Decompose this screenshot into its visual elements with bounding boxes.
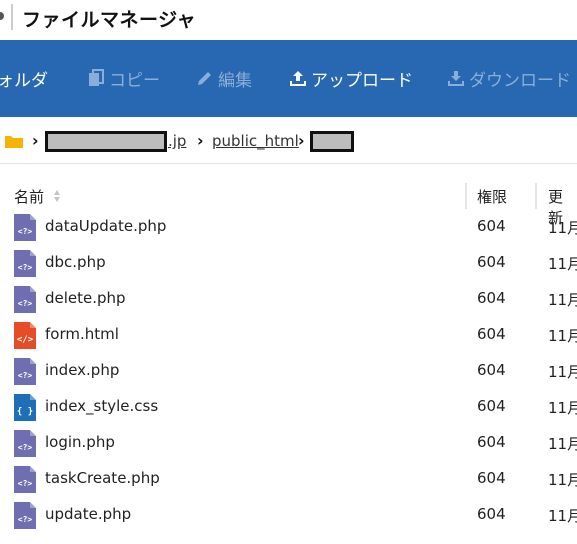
- php-file-icon: <?>: [14, 250, 36, 277]
- svg-text:<?>: <?>: [18, 263, 33, 272]
- svg-text:<?>: <?>: [18, 299, 33, 308]
- svg-text:<?>: <?>: [18, 515, 33, 524]
- file-name[interactable]: login.php: [45, 433, 115, 451]
- window-control-dot[interactable]: [0, 12, 4, 20]
- file-name[interactable]: dbc.php: [45, 253, 106, 271]
- file-permission: 604: [477, 433, 506, 451]
- file-updated: 11月: [548, 435, 577, 453]
- column-header-name[interactable]: 名前: [14, 186, 44, 207]
- copy-icon: [89, 69, 104, 86]
- copy-button[interactable]: コピー: [88, 66, 160, 91]
- css-file-icon: { }: [14, 394, 36, 421]
- chevron-right-icon: ›: [32, 131, 39, 150]
- svg-text:<?>: <?>: [18, 443, 33, 452]
- file-name[interactable]: index_style.css: [45, 397, 158, 415]
- svg-text:<?>: <?>: [18, 227, 33, 236]
- upload-label: アップロード: [311, 70, 413, 91]
- table-row[interactable]: <?> taskCreate.php 604 11月: [0, 464, 577, 500]
- table-row[interactable]: <?> dataUpdate.php 604 11月: [0, 212, 577, 248]
- file-name[interactable]: index.php: [45, 361, 119, 379]
- php-file-icon: <?>: [14, 466, 36, 493]
- column-header-permission[interactable]: 権限: [477, 186, 507, 207]
- breadcrumb-public-html-link[interactable]: public_html: [212, 132, 299, 150]
- table-row[interactable]: { } index_style.css 604 11月: [0, 392, 577, 428]
- svg-text:{ }: { }: [17, 407, 33, 417]
- file-updated: 11月: [548, 255, 577, 273]
- file-updated: 11月: [548, 399, 577, 417]
- file-updated: 11月: [548, 291, 577, 309]
- new-folder-button[interactable]: ォルダ: [0, 66, 48, 91]
- page-title: ファイルマネージャ: [22, 9, 197, 31]
- sort-icon[interactable]: [53, 189, 61, 203]
- svg-text:<?>: <?>: [18, 371, 33, 380]
- file-name[interactable]: form.html: [45, 325, 119, 343]
- title-bar: ファイルマネージャ: [0, 0, 577, 40]
- chevron-right-icon: ›: [197, 131, 204, 150]
- chevron-right-icon: ›: [298, 131, 305, 150]
- file-name[interactable]: update.php: [45, 505, 131, 523]
- svg-text:</>: </>: [17, 335, 34, 345]
- html-file-icon: </>: [14, 322, 36, 349]
- file-updated: 11月: [548, 363, 577, 381]
- table-row[interactable]: <?> update.php 604 11月: [0, 500, 577, 536]
- table-row[interactable]: <?> dbc.php 604 11月: [0, 248, 577, 284]
- toolbar: ォルダ コピー 編集 アップロード ダウンロード: [0, 40, 577, 117]
- table-row[interactable]: <?> delete.php 604 11月: [0, 284, 577, 320]
- pencil-icon: [198, 72, 211, 85]
- upload-icon: [290, 71, 306, 86]
- download-button[interactable]: ダウンロード: [447, 66, 571, 91]
- edit-label: 編集: [218, 70, 252, 91]
- table-row[interactable]: <?> login.php 604 11月: [0, 428, 577, 464]
- file-permission: 604: [477, 469, 506, 487]
- upload-button[interactable]: アップロード: [289, 66, 413, 91]
- file-permission: 604: [477, 505, 506, 523]
- file-permission: 604: [477, 325, 506, 343]
- file-permission: 604: [477, 217, 506, 235]
- new-folder-label: ォルダ: [0, 70, 48, 91]
- file-permission: 604: [477, 289, 506, 307]
- file-updated: 11月: [548, 471, 577, 489]
- folder-icon[interactable]: [5, 134, 23, 148]
- file-name[interactable]: dataUpdate.php: [45, 217, 166, 235]
- file-updated: 11月: [548, 327, 577, 345]
- column-divider[interactable]: [465, 183, 467, 209]
- title-divider: [11, 4, 13, 30]
- svg-text:<?>: <?>: [18, 479, 33, 488]
- table-row[interactable]: <?> index.php 604 11月: [0, 356, 577, 392]
- file-updated: 11月: [548, 219, 577, 237]
- php-file-icon: <?>: [14, 430, 36, 457]
- php-file-icon: <?>: [14, 358, 36, 385]
- redacted-folder: [310, 131, 354, 152]
- file-permission: 604: [477, 361, 506, 379]
- file-name[interactable]: delete.php: [45, 289, 126, 307]
- breadcrumb-domain-link[interactable]: .jp: [168, 132, 186, 150]
- file-table-header: 名前 権限 更新: [0, 181, 577, 227]
- breadcrumb: › .jp › public_html ›: [0, 117, 577, 164]
- file-permission: 604: [477, 397, 506, 415]
- download-icon: [448, 71, 464, 86]
- table-row[interactable]: </> form.html 604 11月: [0, 320, 577, 356]
- file-updated: 11月: [548, 507, 577, 525]
- column-divider[interactable]: [535, 183, 537, 209]
- edit-button[interactable]: 編集: [196, 66, 252, 91]
- redacted-domain: [45, 131, 167, 152]
- php-file-icon: <?>: [14, 214, 36, 241]
- copy-label: コピー: [109, 70, 160, 91]
- file-name[interactable]: taskCreate.php: [45, 469, 160, 487]
- download-label: ダウンロード: [469, 70, 571, 91]
- php-file-icon: <?>: [14, 502, 36, 529]
- php-file-icon: <?>: [14, 286, 36, 313]
- file-permission: 604: [477, 253, 506, 271]
